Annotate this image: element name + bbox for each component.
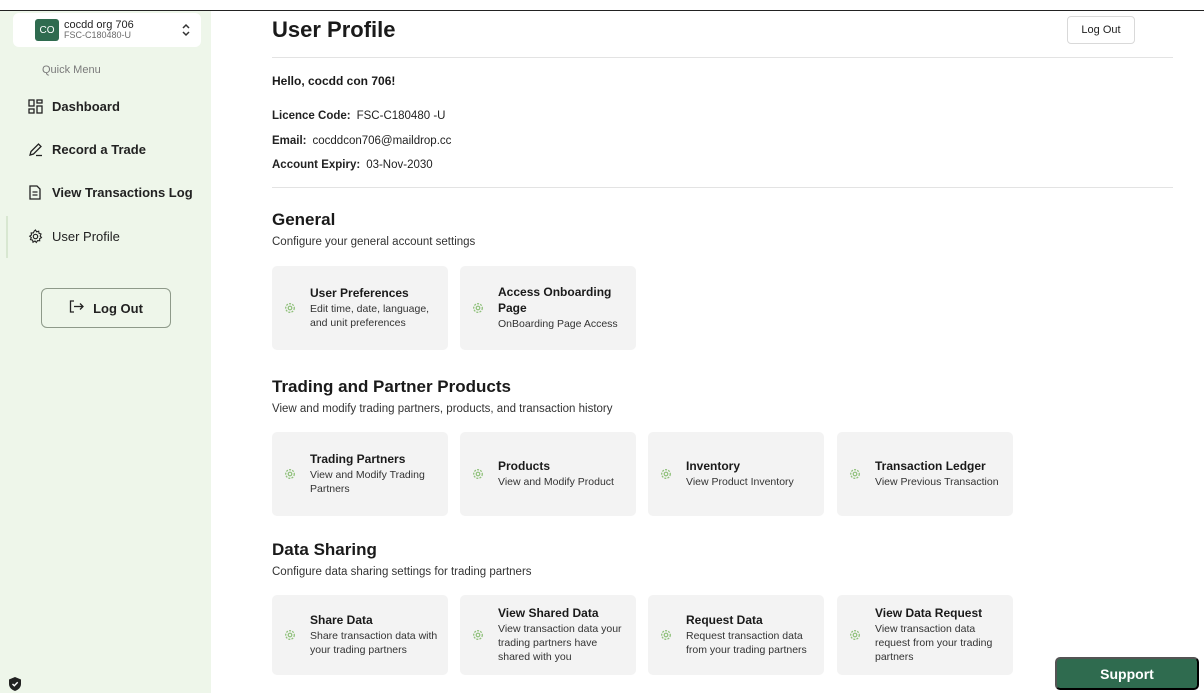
card-title: View Shared Data <box>498 605 599 620</box>
sidebar-logout-button[interactable]: Log Out <box>41 288 171 328</box>
divider <box>272 187 1173 188</box>
card-desc: View and Modify Product <box>498 475 614 488</box>
section-title-sharing: Data Sharing <box>272 540 377 559</box>
card-desc: View and Modify Trading Partners <box>310 468 425 495</box>
email-row: Email: cocddcon706@maildrop.cc <box>272 135 451 147</box>
section-desc-sharing: Configure data sharing settings for trad… <box>272 566 532 578</box>
section-title-general: General <box>272 210 336 229</box>
section-title-trading: Trading and Partner Products <box>272 377 511 396</box>
gear-icon <box>284 468 296 480</box>
gear-icon <box>849 629 861 641</box>
licence-value: FSC-C180480 -U <box>356 110 446 122</box>
section-desc-general: Configure your general account settings <box>272 236 476 248</box>
card-desc: Share transaction data with your trading… <box>310 629 438 656</box>
sidebar-item-dashboard[interactable]: Dashboard <box>27 95 120 117</box>
document-icon <box>27 184 43 200</box>
expiry-label: Account Expiry: <box>272 159 361 171</box>
card-share-data[interactable]: Share Data Share transaction data with y… <box>272 595 448 675</box>
sidebar-item-transactions-log[interactable]: View Transactions Log <box>27 181 193 203</box>
gear-icon <box>472 468 484 480</box>
org-switcher[interactable]: CO cocdd org 706 FSC-C180480-U <box>13 13 201 47</box>
card-title: Share Data <box>310 613 373 628</box>
card-desc: View transaction data request from your … <box>875 622 993 663</box>
gear-icon <box>284 629 296 641</box>
sidebar-item-label: Dashboard <box>52 98 120 114</box>
expiry-value: 03-Nov-2030 <box>366 159 433 171</box>
card-desc: Edit time, date, language, and unit pref… <box>310 302 430 329</box>
pencil-icon <box>27 141 43 157</box>
gear-icon <box>472 302 484 314</box>
card-products[interactable]: Products View and Modify Product <box>460 432 636 516</box>
gear-icon <box>660 629 672 641</box>
card-request-data[interactable]: Request Data Request transaction data fr… <box>648 595 824 675</box>
licence-label: Licence Code: <box>272 110 351 122</box>
card-desc: Request transaction data from your tradi… <box>686 629 807 656</box>
chevron-up-down-icon <box>179 21 193 39</box>
card-transaction-ledger[interactable]: Transaction Ledger View Previous Transac… <box>837 432 1013 516</box>
org-info: cocdd org 706 FSC-C180480-U <box>64 19 179 41</box>
sidebar-item-label: View Transactions Log <box>52 184 193 200</box>
email-value: cocddcon706@maildrop.cc <box>312 135 452 147</box>
gear-icon <box>27 228 43 244</box>
card-title: Products <box>498 459 551 474</box>
sidebar-item-label: Record a Trade <box>52 141 146 157</box>
org-code: FSC-C180480-U <box>64 30 132 41</box>
email-label: Email: <box>272 135 307 147</box>
header-logout-button[interactable]: Log Out <box>1067 16 1135 44</box>
card-title: Transaction Ledger <box>875 459 986 474</box>
card-view-shared-data[interactable]: View Shared Data View transaction data y… <box>460 595 636 675</box>
sidebar-item-record-trade[interactable]: Record a Trade <box>27 138 146 160</box>
sidebar: CO cocdd org 706 FSC-C180480-U Quick Men… <box>0 11 211 693</box>
gear-icon <box>472 629 484 641</box>
card-desc: OnBoarding Page Access <box>498 317 618 330</box>
section-desc-trading: View and modify trading partners, produc… <box>272 403 613 415</box>
card-title: View Data Request <box>875 605 983 620</box>
support-button[interactable]: Support <box>1055 657 1199 690</box>
sidebar-item-label: User Profile <box>52 228 120 244</box>
dashboard-icon <box>27 98 43 114</box>
sidebar-logout-label: Log Out <box>93 300 143 316</box>
card-user-preferences[interactable]: User Preferences Edit time, date, langua… <box>272 266 448 350</box>
card-access-onboarding[interactable]: Access Onboarding Page OnBoarding Page A… <box>460 266 636 350</box>
card-title: Inventory <box>686 459 741 474</box>
quick-menu-label: Quick Menu <box>42 64 101 76</box>
active-indicator <box>6 216 8 258</box>
card-inventory[interactable]: Inventory View Product Inventory <box>648 432 824 516</box>
shield-icon <box>8 676 22 692</box>
card-desc: View Previous Transaction <box>875 475 999 488</box>
gear-icon <box>849 468 861 480</box>
card-desc: View Product Inventory <box>686 475 794 488</box>
expiry-row: Account Expiry: 03-Nov-2030 <box>272 159 433 171</box>
licence-row: Licence Code: FSC-C180480 -U <box>272 110 445 122</box>
page-title: User Profile <box>272 17 396 42</box>
gear-icon <box>284 302 296 314</box>
sidebar-item-user-profile[interactable]: User Profile <box>27 225 120 247</box>
card-title: Request Data <box>686 613 763 628</box>
logout-icon <box>69 300 85 316</box>
greeting: Hello, cocdd con 706! <box>272 74 396 88</box>
card-trading-partners[interactable]: Trading Partners View and Modify Trading… <box>272 432 448 516</box>
org-avatar: CO <box>35 19 59 41</box>
card-title: User Preferences <box>310 286 409 301</box>
divider <box>272 57 1173 58</box>
card-title: Trading Partners <box>310 452 406 467</box>
gear-icon <box>660 468 672 480</box>
card-view-data-request[interactable]: View Data Request View transaction data … <box>837 595 1013 675</box>
card-desc: View transaction data your trading partn… <box>498 622 622 663</box>
card-title: Access Onboarding Page <box>498 285 612 315</box>
